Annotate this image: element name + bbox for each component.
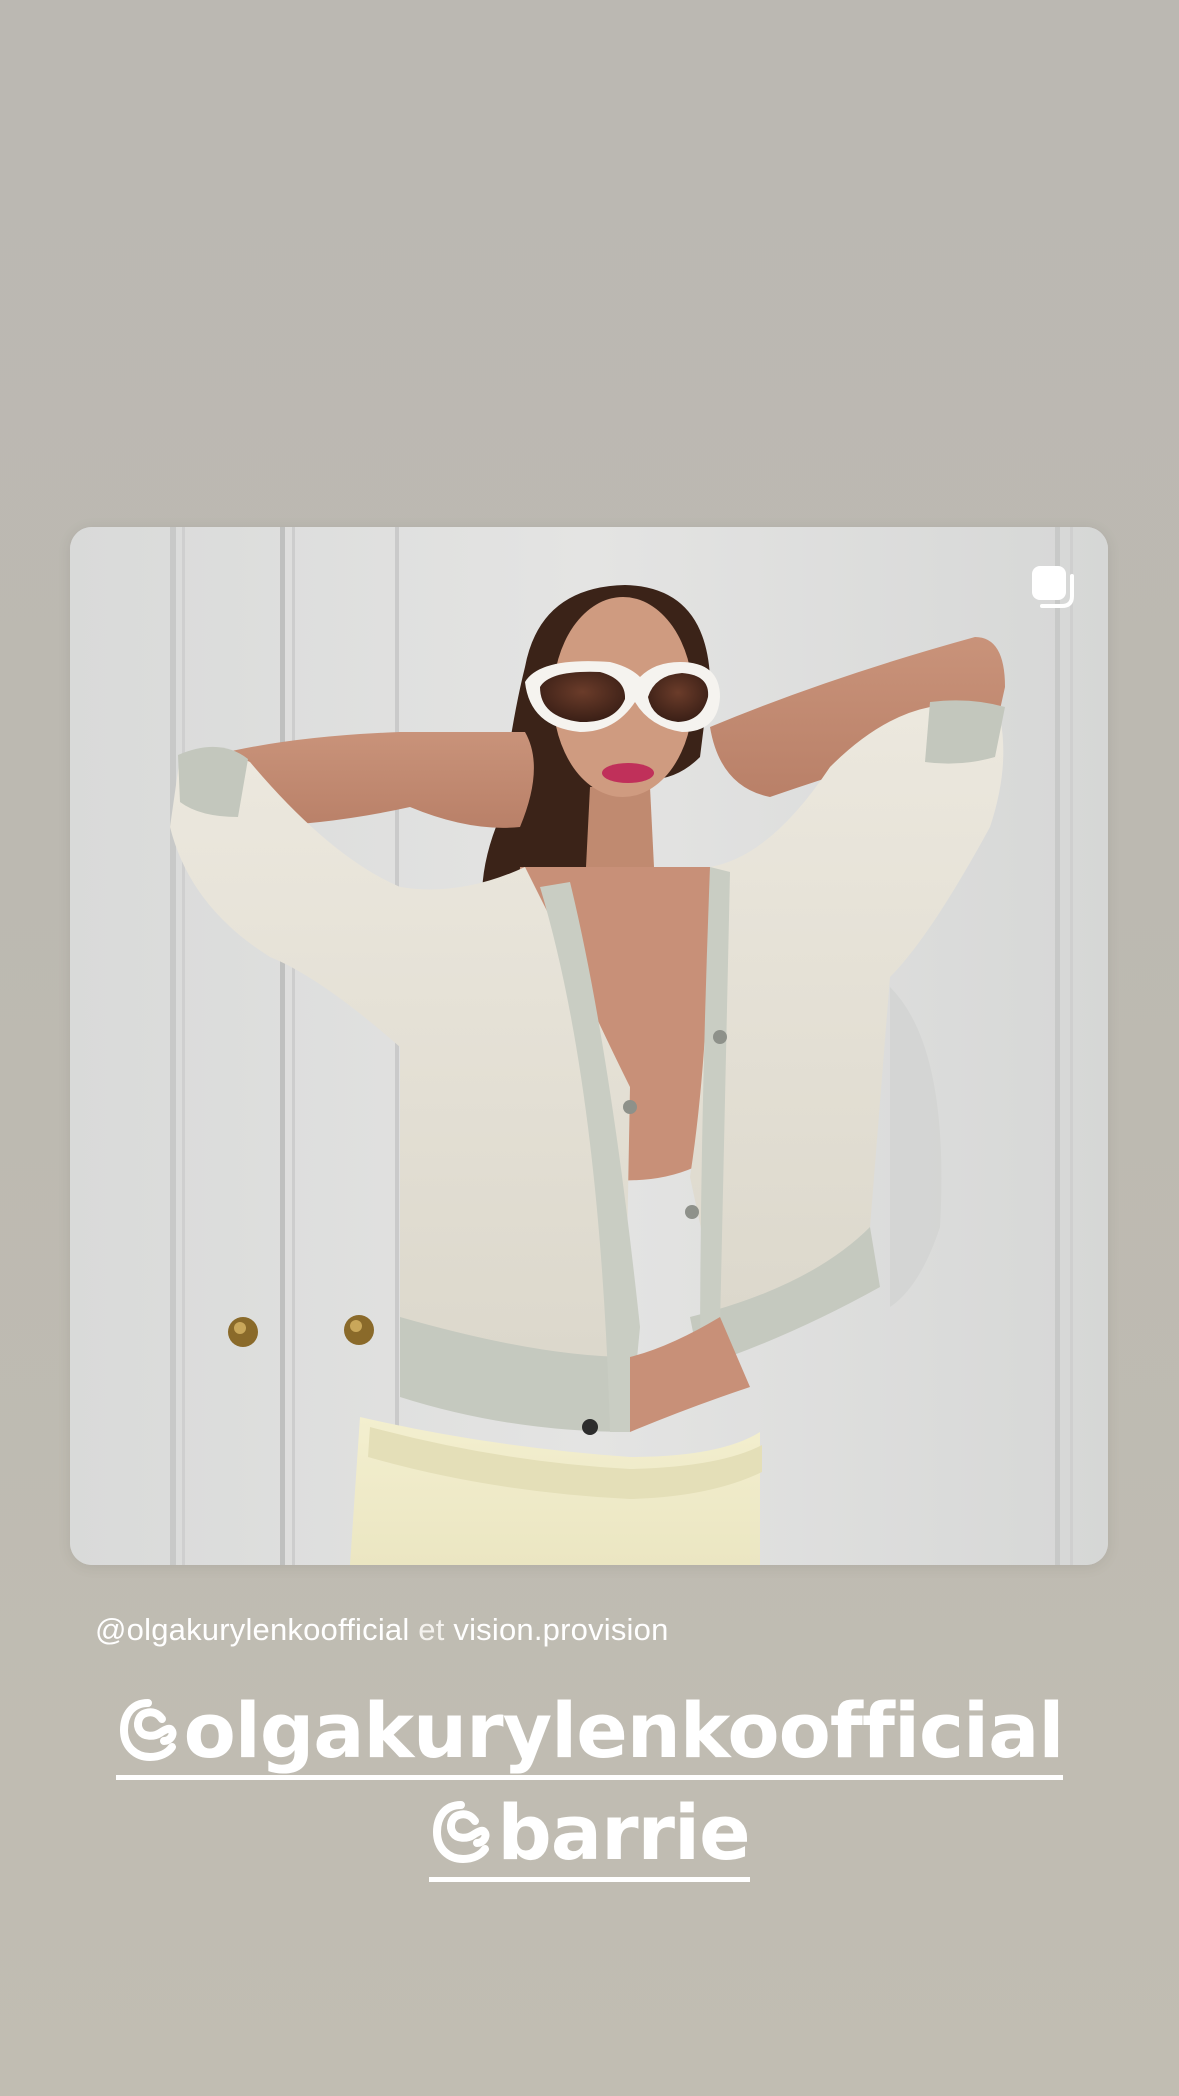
threads-at-icon xyxy=(433,1801,490,1864)
mention-sticker-2-text[interactable]: barrie xyxy=(429,1795,751,1882)
post-photo xyxy=(70,527,1108,1565)
mention-handle-1: olgakurylenkoofficial xyxy=(183,1686,1065,1775)
attribution-user2[interactable]: vision.provision xyxy=(453,1612,668,1647)
threads-at-icon xyxy=(119,1699,177,1762)
mention-sticker-1[interactable]: olgakurylenkoofficial xyxy=(0,1693,1179,1780)
carousel-icon xyxy=(1032,566,1074,608)
mention-sticker-1-text[interactable]: olgakurylenkoofficial xyxy=(115,1693,1064,1780)
post-attribution[interactable]: @olgakurylenkoofficial et vision.provisi… xyxy=(95,1612,669,1648)
mention-handle-2: barrie xyxy=(497,1788,750,1877)
story-screen: { "story": { "post": { "image_alt": "Wom… xyxy=(0,0,1179,2096)
attribution-connector: et xyxy=(418,1612,445,1647)
shared-post-card[interactable] xyxy=(70,527,1108,1565)
mention-sticker-2[interactable]: barrie xyxy=(0,1795,1179,1882)
attribution-user1[interactable]: @olgakurylenkoofficial xyxy=(95,1612,409,1647)
